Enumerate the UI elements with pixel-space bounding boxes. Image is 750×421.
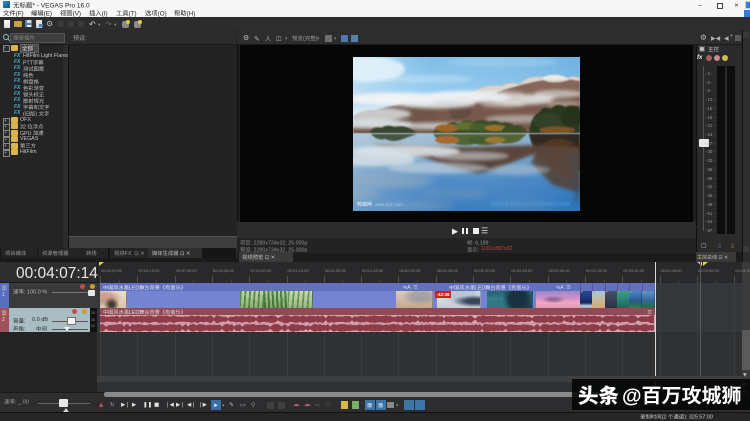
svg-text:): 325:57:00: ): 325:57:00 bbox=[684, 415, 713, 421]
svg-text:32: 32 bbox=[20, 124, 26, 130]
svg-text:(2: (2 bbox=[662, 415, 667, 421]
svg-text:): ) bbox=[316, 36, 318, 42]
svg-text:@: @ bbox=[622, 386, 642, 408]
svg-text:LED: LED bbox=[129, 285, 139, 291]
svg-text:No.20141028203666271000: No.20141028203666271000 bbox=[517, 202, 571, 207]
svg-text:FX: FX bbox=[125, 251, 132, 257]
svg-text:PTT: PTT bbox=[23, 60, 34, 66]
svg-text:: _.00: : _.00 bbox=[15, 400, 29, 406]
svg-text:): ) bbox=[35, 112, 37, 118]
svg-text:(: ( bbox=[303, 36, 305, 42]
svg-text:: 100.0 %: : 100.0 % bbox=[24, 290, 47, 296]
svg-text:* - VEGAS Pro 16.0: * - VEGAS Pro 16.0 bbox=[33, 3, 90, 10]
svg-text:: 2280x734x32, 25.000p: : 2280x734x32, 25.000p bbox=[251, 241, 308, 247]
svg-text:www.nipic.com: www.nipic.com bbox=[375, 202, 403, 207]
